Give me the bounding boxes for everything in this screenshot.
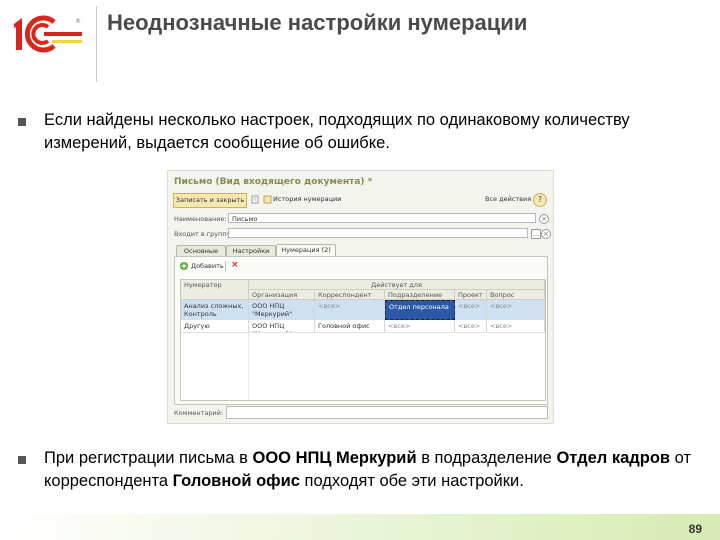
name-field[interactable]: Письмо xyxy=(228,213,536,223)
column-header-question[interactable]: Вопрос xyxy=(487,290,545,300)
bullet2-part4: подходят обе эти настройки. xyxy=(299,472,524,490)
bullet-marker xyxy=(18,118,26,126)
bullet-text-1: Если найдены несколько настроек, подходя… xyxy=(44,111,630,152)
add-icon[interactable] xyxy=(179,261,189,271)
column-header-department[interactable]: Подразделение xyxy=(385,290,455,300)
bullet2-part1: При регистрации письма в xyxy=(44,449,253,467)
all-actions-menu[interactable]: Все действия ▾ xyxy=(485,195,536,203)
row1-numerator[interactable]: Анализ сложных, Контроль xyxy=(181,300,249,320)
bullet-marker xyxy=(18,456,26,464)
panel-toolbar: Добавить × xyxy=(179,260,539,271)
group-clear-icon[interactable]: × xyxy=(541,229,551,239)
save-and-close-button[interactable]: Записать и закрыть xyxy=(173,193,247,208)
grid-line xyxy=(248,332,249,400)
numbering-panel: Добавить × Нумератор Действует для Орган… xyxy=(174,256,548,405)
column-header-numerator[interactable]: Нумератор xyxy=(181,280,249,300)
column-header-organization[interactable]: Организация xyxy=(249,290,315,300)
history-numbering-link[interactable]: История нумерации xyxy=(273,195,342,203)
row2-question[interactable]: <все> xyxy=(487,320,545,332)
bullet2-org: ООО НПЦ Меркурий xyxy=(252,449,417,467)
document-kind-window: Письмо (Вид входящего документа) * Запис… xyxy=(167,170,554,424)
group-label: Входит в группу: xyxy=(174,230,233,238)
row2-organization[interactable]: ООО НПЦ "Меркурий" xyxy=(249,320,315,332)
bullet2-part2: в подразделение xyxy=(416,449,557,467)
column-header-project[interactable]: Проект xyxy=(455,290,487,300)
bullet-text-2: При регистрации письма в ООО НПЦ Меркури… xyxy=(44,447,704,493)
document-icon[interactable] xyxy=(251,195,260,204)
row2-correspondent[interactable]: Головной офис xyxy=(315,320,385,332)
row1-correspondent[interactable]: <все> xyxy=(315,300,385,320)
svg-text:®: ® xyxy=(75,18,81,25)
window-toolbar: Записать и закрыть История нумерации Все… xyxy=(173,193,547,208)
bullet2-correspondent: Головной офис xyxy=(172,472,300,490)
row2-project[interactable]: <все> xyxy=(455,320,487,332)
column-group-header: Действует для xyxy=(249,280,545,290)
row1-question[interactable]: <все> xyxy=(487,300,545,320)
delete-icon[interactable]: × xyxy=(231,260,239,270)
column-header-correspondent[interactable]: Корреспондент xyxy=(315,290,385,300)
window-title: Письмо (Вид входящего документа) * xyxy=(174,177,373,187)
page-title: Неоднозначные настройки нумерации xyxy=(107,10,528,35)
title-divider xyxy=(96,6,97,82)
history-icon[interactable] xyxy=(263,195,272,204)
1c-logo: ® xyxy=(14,15,82,53)
comment-label: Комментарий: xyxy=(174,409,224,417)
row2-department[interactable]: <все> xyxy=(385,320,455,332)
row1-project[interactable]: <все> xyxy=(455,300,487,320)
group-select-icon[interactable]: … xyxy=(531,229,541,239)
add-button[interactable]: Добавить xyxy=(191,262,224,270)
comment-field[interactable] xyxy=(226,406,548,419)
row1-department[interactable]: Отдел персонала xyxy=(385,300,455,320)
help-button[interactable]: ? xyxy=(533,193,547,207)
footer-bar xyxy=(0,514,720,540)
page-number: 89 xyxy=(688,522,702,536)
row1-organization[interactable]: ООО НПЦ "Меркурий" xyxy=(249,300,315,320)
bullet2-department: Отдел кадров xyxy=(556,449,671,467)
name-clear-icon[interactable]: × xyxy=(539,214,549,224)
toolbar-separator xyxy=(225,261,226,271)
name-label: Наименование: xyxy=(174,215,227,223)
row2-numerator[interactable]: Другую xyxy=(181,320,249,332)
group-field[interactable] xyxy=(228,228,528,238)
numbering-table: Нумератор Действует для Организация Корр… xyxy=(180,279,546,401)
